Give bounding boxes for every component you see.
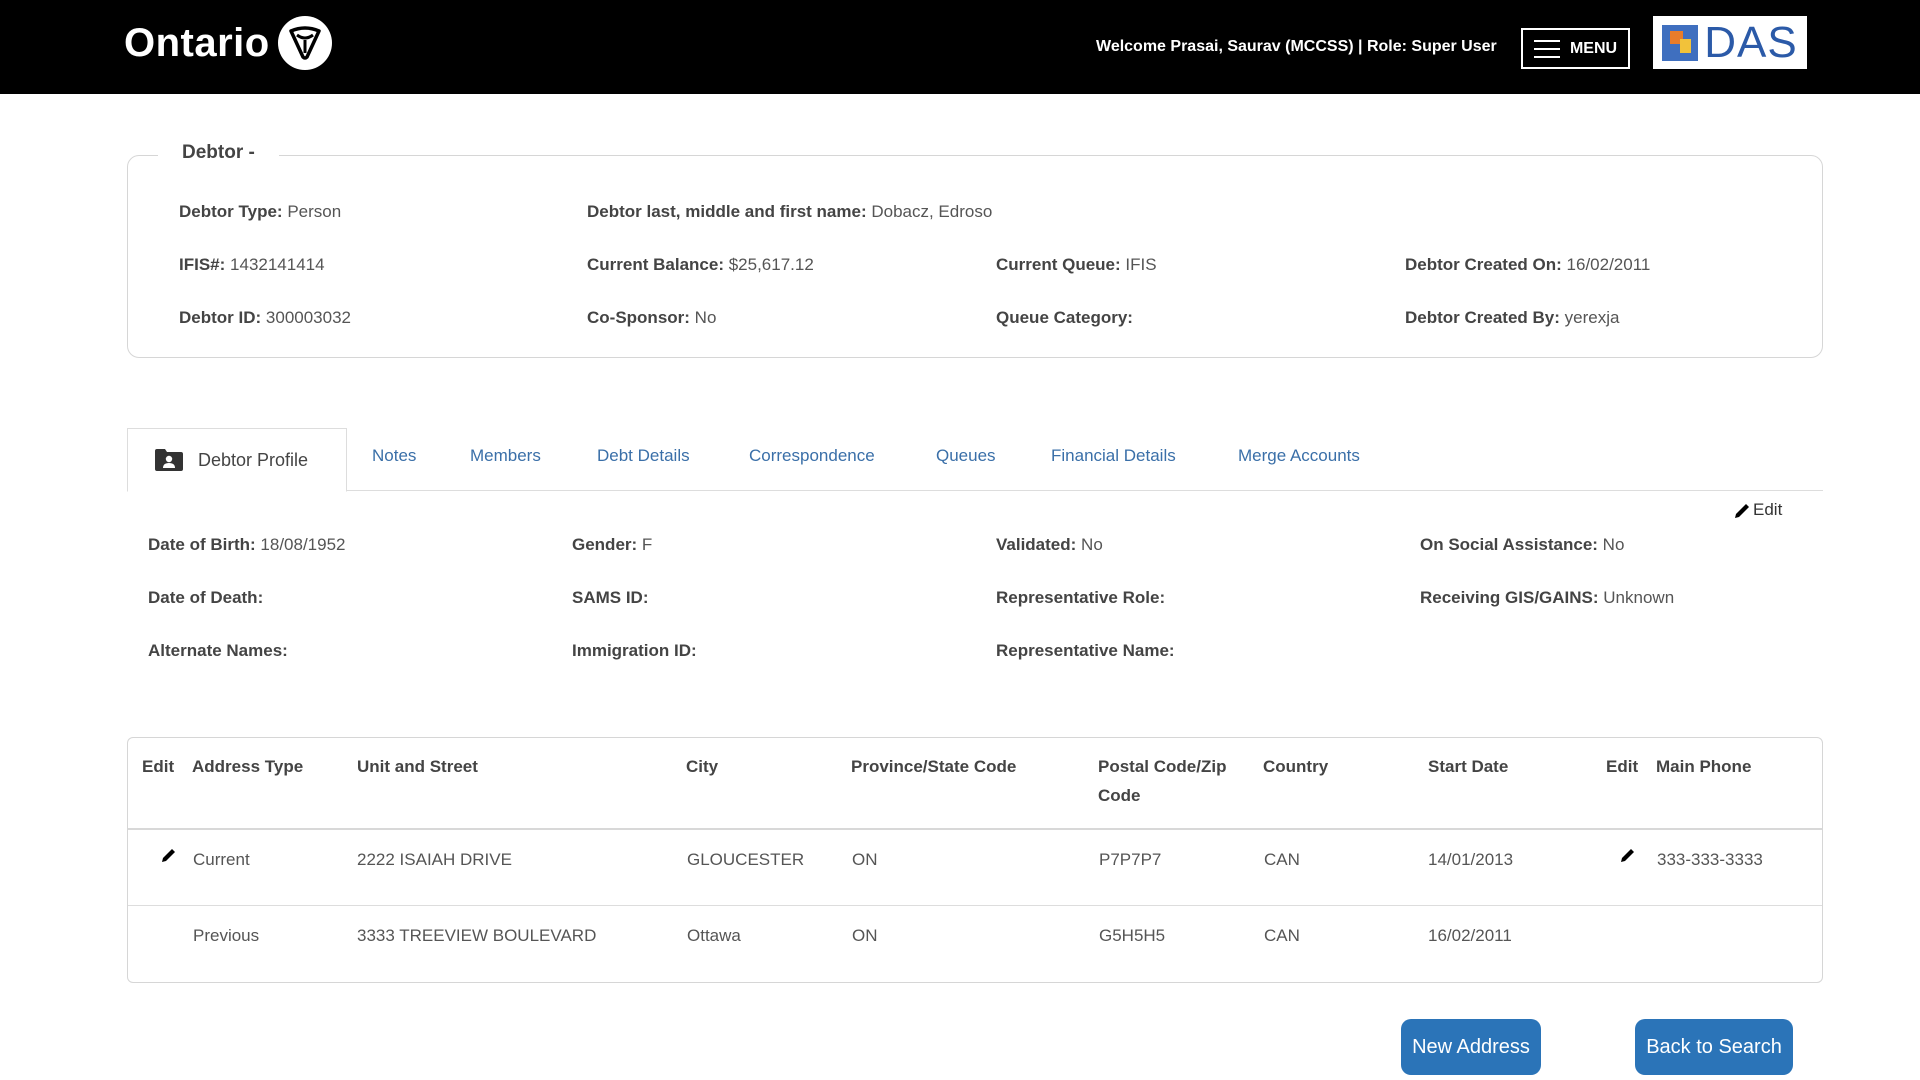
das-logo: DAS	[1653, 16, 1807, 69]
menu-button[interactable]: MENU	[1521, 28, 1630, 69]
queue-category-field: Queue Category:	[996, 308, 1133, 327]
start-date-cell: 14/01/2013	[1428, 850, 1514, 869]
das-emblem-icon	[1662, 24, 1699, 61]
street-cell: 3333 TREEVIEW BOULEVARD	[357, 926, 597, 945]
gender-field: Gender: F	[572, 535, 653, 554]
sams-id-field: SAMS ID:	[572, 588, 649, 607]
current-queue-field: Current Queue: IFIS	[996, 255, 1157, 274]
debtor-name-field: Debtor last, middle and first name: Doba…	[587, 202, 993, 221]
debtor-created-on-field: Debtor Created On: 16/02/2011	[1405, 255, 1651, 274]
date-of-death-field: Date of Death:	[148, 588, 264, 607]
immigration-id-field: Immigration ID:	[572, 641, 697, 660]
edit-phone-pencil-icon[interactable]	[1620, 847, 1636, 863]
column-header-postal-code: Postal Code/Zip Code	[1098, 757, 1227, 805]
trillium-icon	[277, 16, 332, 70]
social-assistance-field: On Social Assistance: No	[1420, 535, 1625, 554]
row-divider	[128, 905, 1822, 906]
city-cell: GLOUCESTER	[687, 850, 805, 869]
postal-code-cell: G5H5H5	[1099, 926, 1166, 945]
validated-field: Validated: No	[996, 535, 1103, 554]
tab-debt-details[interactable]: Debt Details	[597, 446, 690, 466]
debtor-created-by-field: Debtor Created By: yerexja	[1405, 308, 1620, 327]
column-header-phone-edit: Edit	[1606, 757, 1639, 776]
representative-role-field: Representative Role:	[996, 588, 1166, 607]
column-header-edit: Edit	[142, 757, 175, 776]
tab-queues[interactable]: Queues	[936, 446, 996, 466]
tab-correspondence[interactable]: Correspondence	[749, 446, 875, 466]
representative-name-field: Representative Name:	[996, 641, 1175, 660]
pencil-icon	[1735, 504, 1749, 518]
tab-financial-details[interactable]: Financial Details	[1051, 446, 1176, 466]
debtor-summary-panel: Debtor - Debtor Type: Person Debtor last…	[127, 142, 1823, 358]
address-table: Edit Address Type Unit and Street City P…	[127, 737, 1823, 983]
tab-debtor-profile-label: Debtor Profile	[198, 449, 309, 470]
column-header-unit-street: Unit and Street	[357, 757, 478, 776]
street-cell: 2222 ISAIAH DRIVE	[357, 850, 512, 869]
debtor-id-field: Debtor ID: 300003032	[179, 308, 351, 327]
province-cell: ON	[852, 850, 878, 869]
edit-profile-link[interactable]: Edit	[1733, 500, 1782, 520]
header-divider	[128, 828, 1822, 830]
province-cell: ON	[852, 926, 878, 945]
debtor-legend: Debtor -	[158, 142, 279, 164]
city-cell: Ottawa	[687, 926, 741, 945]
brand-name: Ontario	[124, 20, 270, 65]
column-header-address-type: Address Type	[192, 757, 304, 776]
start-date-cell: 16/02/2011	[1428, 926, 1512, 945]
das-logo-text: DAS	[1704, 17, 1798, 67]
ifis-field: IFIS#: 1432141414	[179, 255, 325, 274]
back-to-search-button[interactable]: Back to Search	[1635, 1019, 1793, 1075]
edit-profile-label: Edit	[1753, 500, 1783, 519]
menu-label: MENU	[1569, 39, 1618, 57]
country-cell: CAN	[1264, 850, 1300, 869]
ontario-logo[interactable]: Ontario	[124, 15, 332, 71]
tab-members[interactable]: Members	[470, 446, 541, 466]
new-address-button[interactable]: New Address	[1401, 1019, 1541, 1075]
address-type-cell: Previous	[193, 926, 260, 945]
column-header-start-date: Start Date	[1428, 757, 1509, 776]
tab-merge-accounts[interactable]: Merge Accounts	[1238, 446, 1360, 466]
current-balance-field: Current Balance: $25,617.12	[587, 255, 814, 274]
top-header: Ontario Welcome Prasai, Saurav (MCCSS) |…	[0, 0, 1920, 94]
co-sponsor-field: Co-Sponsor: No	[587, 308, 717, 327]
tab-notes[interactable]: Notes	[372, 446, 416, 466]
column-header-main-phone: Main Phone	[1656, 757, 1752, 776]
column-header-city: City	[686, 757, 719, 776]
main-phone-cell: 333-333-3333	[1657, 850, 1763, 869]
folder-user-icon	[154, 448, 184, 472]
column-header-province: Province/State Code	[851, 757, 1017, 776]
tab-debtor-profile[interactable]: Debtor Profile	[127, 428, 347, 492]
debtor-type-field: Debtor Type: Person	[179, 202, 342, 221]
welcome-text: Welcome Prasai, Saurav (MCCSS) | Role: S…	[1096, 38, 1497, 55]
country-cell: CAN	[1264, 926, 1300, 945]
postal-code-cell: P7P7P7	[1099, 850, 1162, 869]
address-type-cell: Current	[193, 850, 250, 869]
profile-tabs: Debtor Profile Notes Members Debt Detail…	[127, 428, 1823, 492]
hamburger-icon	[1533, 39, 1560, 58]
column-header-country: Country	[1263, 757, 1329, 776]
date-of-birth-field: Date of Birth: 18/08/1952	[148, 535, 346, 554]
edit-address-pencil-icon[interactable]	[161, 847, 177, 863]
gis-gains-field: Receiving GIS/GAINS: Unknown	[1420, 588, 1675, 607]
alternate-names-field: Alternate Names:	[148, 641, 288, 660]
